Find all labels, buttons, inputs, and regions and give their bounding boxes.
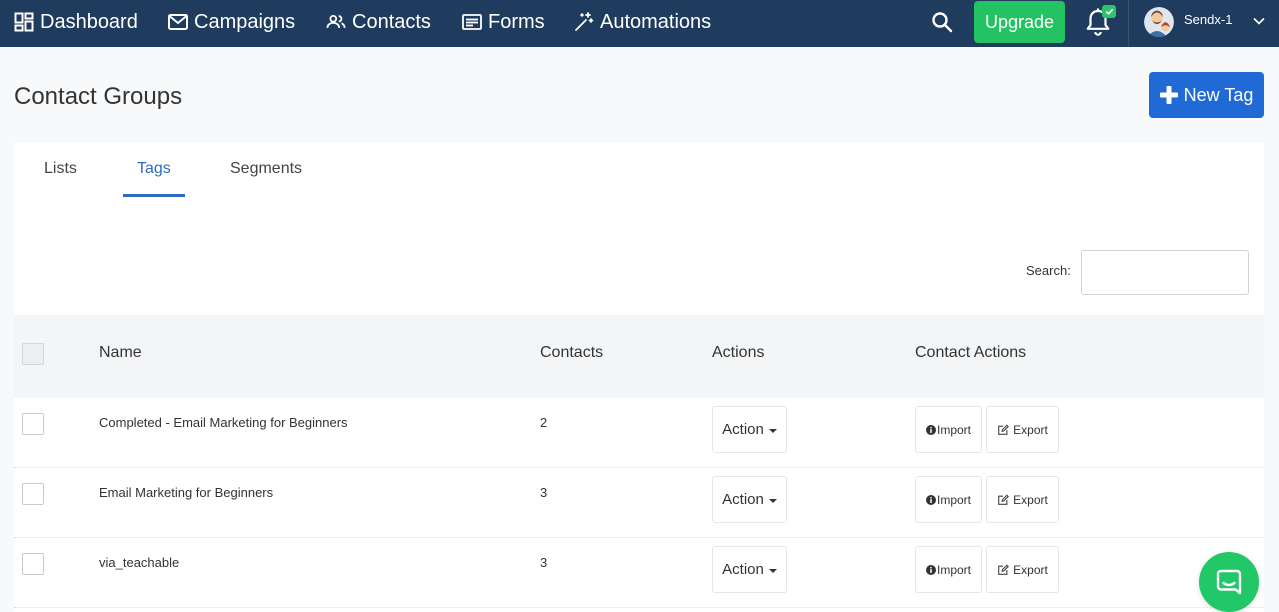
row-checkbox[interactable] <box>22 553 44 575</box>
user-menu[interactable]: Sendx-1 <box>1144 0 1269 44</box>
tab-segments[interactable]: Segments <box>216 143 316 197</box>
import-button[interactable]: Import <box>915 476 982 523</box>
tab-lists[interactable]: Lists <box>30 143 91 197</box>
tag-name[interactable]: Email Marketing for Beginners <box>99 485 273 501</box>
action-dropdown-button[interactable]: Action <box>712 476 787 523</box>
action-dropdown-button[interactable]: Action <box>712 406 787 453</box>
nav-item-label: Contacts <box>352 10 431 33</box>
new-tag-label: New Tag <box>1183 84 1254 105</box>
search-icon[interactable] <box>931 11 953 33</box>
check-icon <box>1105 7 1114 16</box>
envelope-icon <box>168 12 188 32</box>
action-label: Action <box>722 421 764 438</box>
contact-count: 3 <box>540 555 548 570</box>
caret-down-icon <box>768 568 777 573</box>
table-header: Name Contacts Actions Contact Actions <box>14 315 1264 398</box>
caret-down-icon <box>768 498 777 503</box>
contact-count: 3 <box>540 485 548 500</box>
nav-item-forms[interactable]: Forms <box>462 0 545 43</box>
upgrade-button[interactable]: Upgrade <box>974 1 1065 43</box>
table-row: Email Marketing for Beginners 3 Action I… <box>14 468 1264 538</box>
top-navigation: Dashboard Campaigns Contacts Forms Autom… <box>0 0 1279 47</box>
nav-item-label: Dashboard <box>40 10 138 33</box>
import-label: Import <box>936 562 971 577</box>
people-icon <box>326 12 346 32</box>
action-label: Action <box>722 491 764 508</box>
search-input[interactable] <box>1081 250 1249 295</box>
avatar[interactable] <box>1144 7 1174 37</box>
nav-item-label: Automations <box>600 10 712 33</box>
info-circle-icon <box>925 564 936 575</box>
select-all-checkbox[interactable] <box>22 343 44 365</box>
table-row: via_teachable 3 Action Import Export <box>14 538 1264 608</box>
notification-badge <box>1102 5 1116 18</box>
user-name: Sendx-1 <box>1184 12 1233 27</box>
action-dropdown-button[interactable]: Action <box>712 546 787 593</box>
edit-icon <box>997 563 1010 576</box>
nav-item-dashboard[interactable]: Dashboard <box>14 0 138 43</box>
search-label: Search: <box>1026 263 1071 278</box>
chat-icon <box>1215 568 1243 596</box>
row-checkbox[interactable] <box>22 483 44 505</box>
table-body: Completed - Email Marketing for Beginner… <box>14 398 1264 608</box>
nav-item-contacts[interactable]: Contacts <box>326 0 431 43</box>
caret-down-icon <box>768 428 777 433</box>
content-card: Lists Tags Segments Search: Name Contact… <box>14 143 1264 612</box>
tab-tags[interactable]: Tags <box>123 143 185 197</box>
chevron-down-icon <box>1253 17 1265 25</box>
table-row: Completed - Email Marketing for Beginner… <box>14 398 1264 468</box>
column-header-actions: Actions <box>712 344 765 361</box>
nav-item-label: Campaigns <box>194 10 296 33</box>
nav-item-automations[interactable]: Automations <box>574 0 711 43</box>
nav-divider <box>1128 0 1129 47</box>
nav-item-label: Forms <box>488 10 545 33</box>
form-icon <box>462 12 482 32</box>
export-label: Export <box>1013 492 1048 507</box>
row-checkbox[interactable] <box>22 413 44 435</box>
new-tag-button[interactable]: New Tag <box>1149 72 1264 118</box>
info-circle-icon <box>925 494 936 505</box>
column-header-contacts[interactable]: Contacts <box>540 344 603 362</box>
edit-icon <box>997 493 1010 506</box>
action-label: Action <box>722 561 764 578</box>
magic-wand-icon <box>574 11 594 32</box>
info-circle-icon <box>925 424 936 435</box>
plus-icon <box>1159 86 1178 104</box>
export-label: Export <box>1013 562 1048 577</box>
export-label: Export <box>1013 422 1048 437</box>
column-header-name[interactable]: Name <box>99 344 142 362</box>
import-button[interactable]: Import <box>915 546 982 593</box>
tag-name[interactable]: Completed - Email Marketing for Beginner… <box>99 415 348 431</box>
tag-name[interactable]: via_teachable <box>99 555 179 571</box>
import-label: Import <box>936 422 971 437</box>
chat-launcher-button[interactable] <box>1199 552 1259 612</box>
dashboard-icon <box>14 12 34 32</box>
contact-count: 2 <box>540 415 548 430</box>
page-title: Contact Groups <box>14 83 183 110</box>
export-button[interactable]: Export <box>986 476 1059 523</box>
column-header-contact-actions: Contact Actions <box>915 344 1027 361</box>
export-button[interactable]: Export <box>986 406 1059 453</box>
export-button[interactable]: Export <box>986 546 1059 593</box>
import-button[interactable]: Import <box>915 406 982 453</box>
import-label: Import <box>936 492 971 507</box>
nav-item-campaigns[interactable]: Campaigns <box>168 0 295 43</box>
edit-icon <box>997 423 1010 436</box>
